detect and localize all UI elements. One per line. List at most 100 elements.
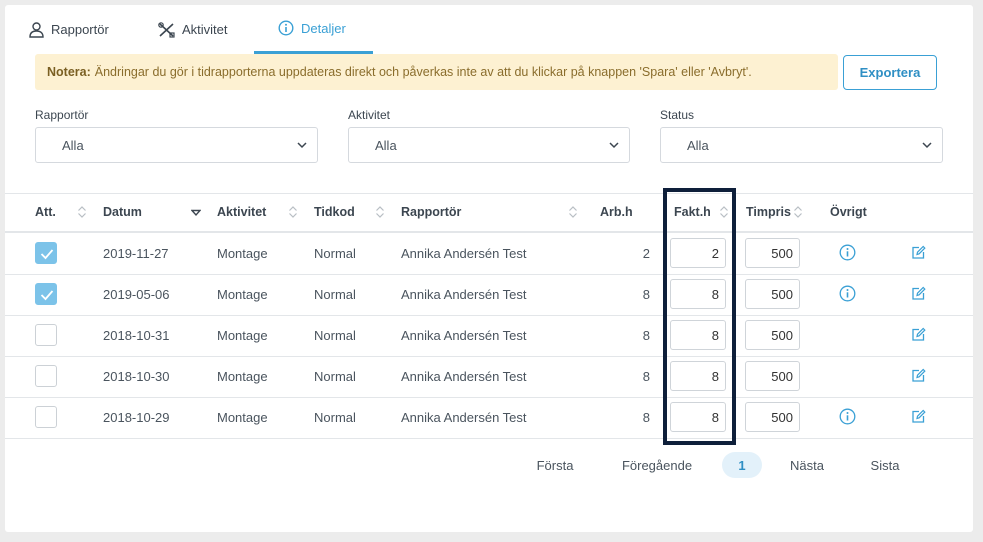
status-select[interactable]: Alla [660, 127, 943, 163]
filter-label-status: Status [660, 108, 695, 122]
tab-label: Aktivitet [182, 22, 228, 37]
cell-aktivitet: Montage [217, 287, 268, 302]
cell-tidkod: Normal [314, 328, 356, 343]
table-row: 2019-05-06 Montage Normal Annika Andersén T… [5, 274, 973, 315]
fakth-input[interactable] [670, 238, 726, 268]
edit-icon[interactable] [911, 286, 926, 301]
col-header-ovrigt: Övrigt [830, 205, 867, 219]
col-header-arbh: Arb.h [600, 205, 633, 219]
info-icon[interactable] [839, 244, 856, 261]
cell-aktivitet: Montage [217, 328, 268, 343]
sort-icon[interactable] [568, 205, 578, 219]
tools-icon [158, 21, 175, 38]
cell-datum: 2019-05-06 [103, 287, 170, 302]
attest-checkbox[interactable] [35, 406, 57, 428]
edit-icon[interactable] [911, 368, 926, 383]
cell-datum: 2018-10-30 [103, 369, 170, 384]
attest-checkbox[interactable] [35, 242, 57, 264]
page-first-link[interactable]: Första [530, 452, 580, 478]
chevron-down-icon [609, 142, 619, 149]
cell-arbh: 2 [642, 246, 650, 261]
table-row: 2018-10-29 Montage Normal Annika Andersén T… [5, 397, 973, 438]
col-header-fakth: Fakt.h [674, 205, 711, 219]
sort-icon[interactable] [288, 205, 298, 219]
fakth-input[interactable] [670, 361, 726, 391]
col-header-datum: Datum [103, 205, 142, 219]
timpris-input[interactable] [745, 402, 800, 432]
cell-aktivitet: Montage [217, 246, 268, 261]
attest-checkbox[interactable] [35, 365, 57, 387]
cell-tidkod: Normal [314, 410, 356, 425]
cell-tidkod: Normal [314, 369, 356, 384]
main-card: Rapportör Aktivitet Detaljer Notera: Änd… [5, 5, 973, 532]
rapportor-select[interactable]: Alla [35, 127, 318, 163]
cell-arbh: 8 [642, 328, 650, 343]
sort-icon[interactable] [719, 205, 729, 219]
cell-rapportor: Annika Andersén Test [401, 287, 527, 302]
tab-bar: Rapportör Aktivitet Detaljer [5, 5, 973, 55]
cell-aktivitet: Montage [217, 410, 268, 425]
page-current[interactable]: 1 [722, 452, 762, 478]
col-header-tidkod: Tidkod [314, 205, 355, 219]
select-value: Alla [62, 137, 84, 153]
edit-icon[interactable] [911, 327, 926, 342]
attest-checkbox[interactable] [35, 283, 57, 305]
notice-bold: Notera: [47, 65, 91, 79]
chevron-down-icon [297, 142, 307, 149]
cell-arbh: 8 [642, 287, 650, 302]
col-header-att: Att. [35, 205, 56, 219]
col-header-timpris: Timpris [746, 205, 791, 219]
cell-rapportor: Annika Andersén Test [401, 328, 527, 343]
info-icon[interactable] [839, 408, 856, 425]
edit-icon[interactable] [911, 245, 926, 260]
tab-label: Detaljer [301, 20, 346, 36]
attest-checkbox[interactable] [35, 324, 57, 346]
divider [5, 438, 973, 439]
user-icon [29, 21, 44, 38]
tab-label: Rapportör [51, 22, 109, 37]
filter-label-aktivitet: Aktivitet [348, 108, 391, 122]
page-prev-link[interactable]: Föregående [613, 452, 701, 478]
fakth-input[interactable] [670, 320, 726, 350]
timpris-input[interactable] [745, 238, 800, 268]
table-row: 2018-10-31 Montage Normal Annika Andersén T… [5, 315, 973, 356]
tab-detaljer[interactable]: Detaljer [254, 5, 373, 54]
timpris-input[interactable] [745, 361, 800, 391]
aktivitet-select[interactable]: Alla [348, 127, 630, 163]
cell-datum: 2018-10-29 [103, 410, 170, 425]
page-next-link[interactable]: Nästa [785, 452, 829, 478]
tab-aktivitet[interactable]: Aktivitet [158, 5, 228, 54]
timpris-input[interactable] [745, 320, 800, 350]
sort-icon[interactable] [375, 205, 385, 219]
sort-icon[interactable] [793, 205, 803, 219]
cell-rapportor: Annika Andersén Test [401, 369, 527, 384]
col-header-aktivitet: Aktivitet [217, 205, 267, 219]
table-row: 2018-10-30 Montage Normal Annika Andersén T… [5, 356, 973, 397]
cell-arbh: 8 [642, 410, 650, 425]
fakth-input[interactable] [670, 402, 726, 432]
sort-icon[interactable] [77, 205, 87, 219]
fakth-input[interactable] [670, 279, 726, 309]
edit-icon[interactable] [911, 409, 926, 424]
info-icon [278, 20, 294, 36]
cell-rapportor: Annika Andersén Test [401, 246, 527, 261]
chevron-down-icon [922, 142, 932, 149]
select-value: Alla [375, 137, 397, 153]
tab-rapportor[interactable]: Rapportör [29, 5, 109, 54]
checkmark-icon [40, 290, 54, 301]
cell-datum: 2018-10-31 [103, 328, 170, 343]
col-header-rapportor: Rapportör [401, 205, 462, 219]
sort-desc-icon[interactable] [191, 209, 201, 217]
filter-label-rapportor: Rapportör [35, 108, 89, 122]
export-button[interactable]: Exportera [843, 55, 937, 90]
notice-text: Ändringar du gör i tidrapporterna uppdat… [94, 65, 752, 79]
cell-datum: 2019-11-27 [103, 246, 169, 261]
info-icon[interactable] [839, 285, 856, 302]
page-last-link[interactable]: Sista [865, 452, 905, 478]
timpris-input[interactable] [745, 279, 800, 309]
checkmark-icon [40, 249, 54, 260]
cell-tidkod: Normal [314, 287, 356, 302]
select-value: Alla [687, 137, 709, 153]
cell-rapportor: Annika Andersén Test [401, 410, 527, 425]
cell-aktivitet: Montage [217, 369, 268, 384]
